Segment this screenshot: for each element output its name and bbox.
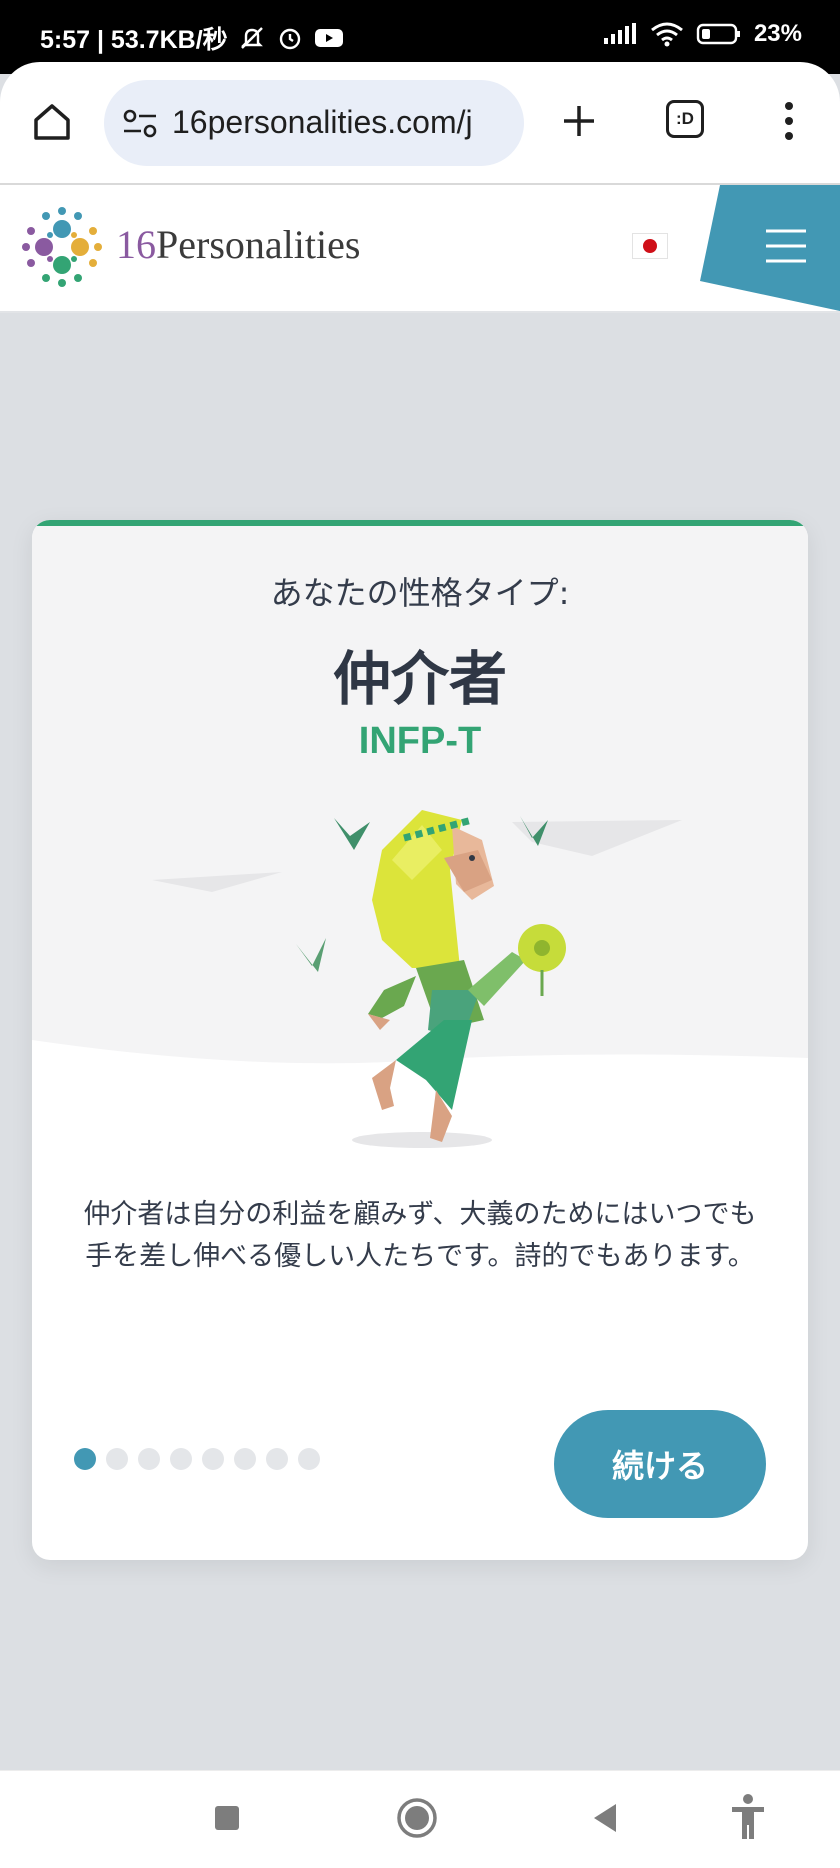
progress-dot[interactable] (234, 1448, 256, 1470)
status-left: 5:57 | 53.7KB/秒 (40, 20, 344, 56)
type-description: 仲介者は自分の利益を顧みず、大義のためにはいつでも手を差し伸べる優しい人たちです… (83, 1199, 757, 1272)
signal-icon (603, 23, 636, 44)
system-nav-bar (0, 1770, 840, 1868)
16personalities-logo-icon[interactable] (18, 203, 106, 291)
back-nav-icon[interactable] (590, 1801, 620, 1835)
progress-dot[interactable] (138, 1448, 160, 1470)
japan-flag-icon[interactable] (632, 233, 668, 259)
progress-dot[interactable] (298, 1448, 320, 1470)
result-subtitle: あなたの性格タイプ: (270, 574, 570, 612)
mediator-illustration (32, 810, 808, 1180)
more-options-icon[interactable] (774, 98, 804, 144)
status-right: 23% (602, 20, 802, 48)
tab-switcher-button[interactable]: :D (666, 100, 704, 138)
progress-dot[interactable] (106, 1448, 128, 1470)
battery-percent: 23% (753, 20, 802, 47)
alarm-icon (279, 28, 300, 50)
home-icon[interactable] (30, 100, 74, 144)
progress-dot-active[interactable] (74, 1448, 96, 1470)
continue-button[interactable]: 続ける (554, 1410, 766, 1518)
tab-switcher-label: :D (676, 109, 694, 128)
url-text[interactable]: 16personalities.com/j (172, 104, 512, 141)
new-tab-icon[interactable] (558, 100, 600, 142)
brand-text: Personalities (156, 222, 361, 267)
progress-dots (74, 1448, 320, 1470)
youtube-icon (314, 29, 343, 47)
progress-dot[interactable] (170, 1448, 192, 1470)
recent-apps-icon[interactable] (212, 1803, 242, 1833)
wifi-icon (651, 22, 683, 47)
brand-name[interactable]: 16Personalities (116, 221, 360, 268)
progress-dot[interactable] (266, 1448, 288, 1470)
site-settings-icon[interactable] (122, 108, 158, 140)
personality-type-code: INFP-T (358, 720, 482, 762)
address-bar[interactable]: 16personalities.com/j (104, 80, 524, 166)
bell-muted-icon (240, 27, 263, 49)
accessibility-icon[interactable] (728, 1793, 768, 1841)
battery-icon (696, 23, 740, 45)
result-card: あなたの性格タイプ: 仲介者 INFP-T 仲介者は自分の利益を顧みず、大義のた… (32, 520, 808, 1560)
menu-button[interactable] (700, 185, 840, 311)
personality-type-name: 仲介者 (332, 645, 507, 713)
status-time-speed: 5:57 | 53.7KB/秒 (40, 26, 228, 54)
brand-number: 16 (116, 222, 156, 267)
browser-toolbar: 16personalities.com/j :D (0, 62, 840, 184)
site-header: 16Personalities (0, 185, 840, 313)
home-nav-icon[interactable] (396, 1797, 438, 1839)
progress-dot[interactable] (202, 1448, 224, 1470)
